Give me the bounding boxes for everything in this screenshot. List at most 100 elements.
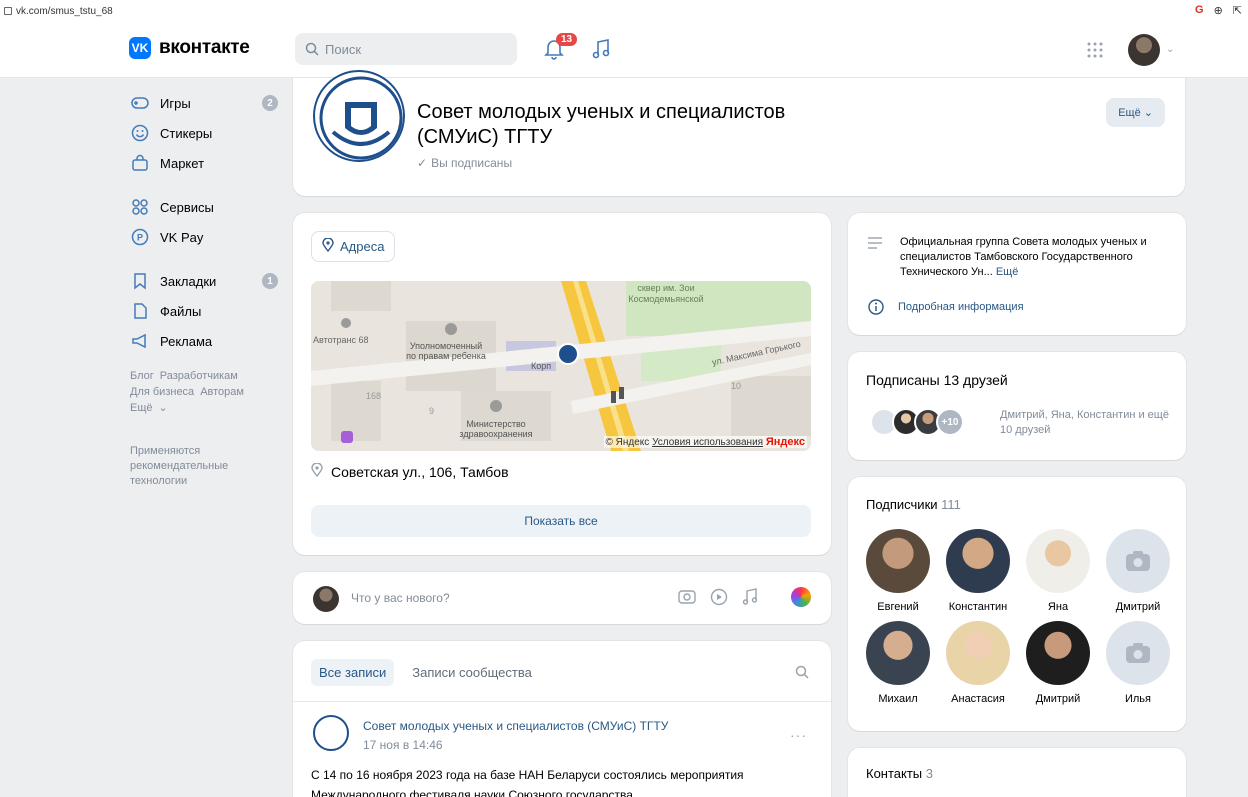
zoom-icon[interactable]: ⊕ [1214, 4, 1223, 17]
music-icon[interactable] [742, 588, 758, 606]
location-pin-icon [322, 237, 334, 255]
music-icon[interactable] [592, 38, 610, 60]
subscriber-avatar [1026, 529, 1090, 593]
more-button[interactable]: Ещё ⌄ [1106, 98, 1165, 127]
group-avatar[interactable] [313, 70, 405, 162]
check-icon: ✓ [417, 156, 428, 170]
subscriber-name: Евгений [877, 601, 919, 613]
vk-logo[interactable]: VK вконтакте [129, 37, 250, 59]
tab-all-posts[interactable]: Все записи [311, 659, 395, 686]
post-author-avatar[interactable] [313, 715, 349, 751]
map-graphic [311, 281, 811, 451]
friends-title: Подписаны 13 друзей [866, 372, 1008, 388]
menu-item-services[interactable]: Сервисы [130, 192, 280, 222]
map-label-168: 168 [366, 391, 382, 401]
description-more-link[interactable]: Ещё [996, 266, 1019, 278]
smile-icon [130, 123, 150, 143]
wall: Все записи Записи сообщества Совет молод… [293, 641, 831, 797]
yandex-logo[interactable]: Яндекс [766, 436, 805, 448]
left-menu: Игры 2 Стикеры Маркет Сервисы P VK Pay З… [130, 88, 280, 489]
chevron-down-icon[interactable]: ⌄ [159, 402, 168, 414]
street-address[interactable]: Советская ул., 106, Тамбов [311, 462, 509, 480]
video-icon[interactable] [710, 588, 728, 606]
menu-item-market[interactable]: Маркет [130, 148, 280, 178]
subscriber-name: Дмитрий [1115, 601, 1161, 613]
address-url[interactable]: vk.com/smus_tstu_68 [16, 6, 113, 17]
menu-label: Стикеры [160, 125, 213, 141]
tab-community-posts[interactable]: Записи сообщества [404, 659, 540, 686]
subscriber[interactable]: Илья [1098, 621, 1178, 705]
lock-icon [4, 7, 12, 15]
camera-placeholder-icon [1106, 621, 1170, 685]
link-more[interactable]: Ещё [130, 402, 153, 414]
shopping-bag-icon [130, 153, 150, 173]
subscriber-avatar [866, 621, 930, 685]
search-icon[interactable] [795, 665, 809, 679]
menu-item-bookmarks[interactable]: Закладки 1 [130, 266, 280, 296]
user-avatar[interactable] [313, 586, 339, 612]
apps-grid-icon[interactable] [1087, 42, 1103, 58]
menu-badge: 2 [262, 95, 278, 111]
info-icon [868, 299, 884, 315]
user-avatar[interactable] [1128, 34, 1160, 66]
subscriber[interactable]: Яна [1018, 529, 1098, 613]
search-input[interactable]: Поиск [295, 33, 517, 65]
subscriber[interactable]: Дмитрий [1098, 529, 1178, 613]
wall-tabs: Все записи Записи сообщества [311, 659, 540, 686]
friends-avatars: +10 [870, 408, 964, 436]
google-icon[interactable]: G [1195, 4, 1204, 17]
new-post-box: Что у вас нового? [293, 572, 831, 624]
friends-subscribed[interactable]: Подписаны 13 друзей +10 Дмитрий, Яна, Ко… [848, 352, 1186, 460]
menu-item-stickers[interactable]: Стикеры [130, 118, 280, 148]
friend-count-badge: +10 [936, 408, 964, 436]
new-post-input[interactable]: Что у вас нового? [351, 591, 450, 605]
subscriber[interactable]: Дмитрий [1018, 621, 1098, 705]
menu-badge: 1 [262, 273, 278, 289]
browser-address-bar[interactable]: vk.com/smus_tstu_68 G ⊕ ⇱ [0, 0, 1248, 22]
link-authors[interactable]: Авторам [200, 386, 244, 398]
location-pin-icon [311, 462, 323, 480]
share-icon[interactable]: ⇱ [1233, 4, 1242, 17]
menu-item-vkpay[interactable]: P VK Pay [130, 222, 280, 252]
color-background-icon[interactable] [791, 587, 811, 607]
svg-text:P: P [137, 233, 143, 243]
subscriber-name: Яна [1047, 601, 1069, 613]
recommendation-note[interactable]: Применяются рекомендательные технологии [130, 444, 260, 489]
post-author[interactable]: Совет молодых ученых и специалистов (СМУ… [363, 719, 668, 733]
chevron-down-icon[interactable]: ⌄ [1166, 44, 1174, 55]
footer-links: Блог Разработчикам Для бизнеса Авторам Ещё… [130, 368, 280, 416]
link-business[interactable]: Для бизнеса [130, 386, 194, 398]
link-blog[interactable]: Блог [130, 370, 154, 382]
menu-label: Маркет [160, 155, 205, 171]
logo-text: вконтакте [159, 37, 250, 58]
description-text: Официальная группа Совета молодых ученых… [900, 236, 1147, 278]
link-developers[interactable]: Разработчикам [160, 370, 238, 382]
subscribers-grid: Евгений Константин Яна Дмитрий Михаил Ан… [858, 529, 1178, 705]
subscriber[interactable]: Константин [938, 529, 1018, 613]
contacts-block[interactable]: Контакты 3 [848, 748, 1186, 797]
gamepad-icon [130, 93, 150, 113]
camera-icon[interactable] [678, 588, 696, 604]
menu-item-files[interactable]: Файлы [130, 296, 280, 326]
show-all-button[interactable]: Показать все [311, 505, 811, 537]
addresses-tab[interactable]: Адреса [311, 231, 396, 262]
post-date[interactable]: 17 ноя в 14:46 [363, 738, 443, 752]
subscription-status[interactable]: ✓ Вы подписаны [417, 156, 512, 170]
map-view[interactable]: сквер им. Зои Космодемьянской Автотранс … [311, 281, 811, 451]
subscribers-title[interactable]: Подписчики 111 [866, 497, 961, 512]
map-terms-link[interactable]: Условия использования [652, 437, 763, 448]
subscriber[interactable]: Михаил [858, 621, 938, 705]
menu-label: Игры [160, 95, 191, 111]
vkpay-icon: P [130, 227, 150, 247]
group-header: Совет молодых ученых и специалистов (СМУ… [293, 70, 1185, 196]
menu-item-ads[interactable]: Реклама [130, 326, 280, 356]
detailed-info-link[interactable]: Подробная информация [868, 299, 1024, 315]
map-label-10: 10 [731, 381, 742, 391]
menu-item-games[interactable]: Игры 2 [130, 88, 280, 118]
map-attribution: © Яндекс Условия использования Яндекс [603, 436, 807, 448]
subscriber[interactable]: Евгений [858, 529, 938, 613]
subscriber[interactable]: Анастасия [938, 621, 1018, 705]
map-label-autotrans: Автотранс 68 [313, 335, 369, 345]
contacts-count: 3 [925, 766, 934, 781]
more-options-icon[interactable]: ··· [790, 727, 807, 743]
